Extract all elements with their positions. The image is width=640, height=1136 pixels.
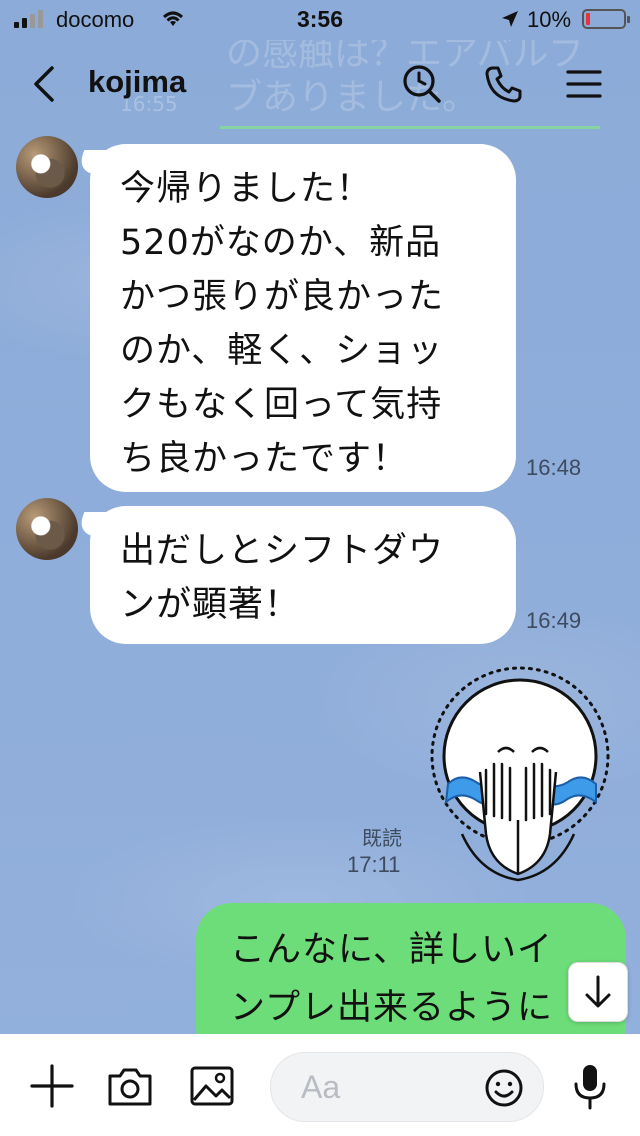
message-input-bar	[0, 1034, 640, 1136]
message-line: ンプレ出来るように	[230, 988, 553, 1028]
message-bubble[interactable]: 今帰りました！ 520がなのか、新品 かつ張りが良かった のか、軽く、ショッ ク…	[75, 144, 516, 492]
location-arrow-icon	[500, 9, 520, 35]
microphone-icon	[574, 1065, 606, 1110]
battery-icon	[582, 9, 630, 29]
chevron-left-icon	[34, 66, 54, 102]
back-button[interactable]	[26, 62, 66, 106]
smiley-icon	[485, 1069, 523, 1107]
search-history-button[interactable]	[400, 62, 444, 106]
hamburger-menu-icon	[566, 70, 602, 98]
message-line: 今帰りました！	[120, 169, 373, 209]
message-line: 出だしとシフトダウ	[120, 531, 445, 571]
message-bubble[interactable]: 出だしとシフトダウ ンが顕著！	[75, 506, 516, 644]
menu-button[interactable]	[562, 62, 606, 106]
message-line: ンが顕著！	[120, 585, 301, 625]
message-line: こんなに、詳しいイ	[230, 930, 553, 970]
crying-face-sticker-icon	[430, 666, 610, 882]
read-receipt: 既読	[362, 828, 402, 850]
call-button[interactable]	[482, 62, 526, 106]
message-input[interactable]	[301, 1065, 491, 1109]
message-line: かつ張りが良かった	[120, 277, 445, 317]
phone-icon	[485, 66, 522, 103]
emoji-button[interactable]	[483, 1067, 525, 1109]
camera-button[interactable]	[106, 1062, 154, 1110]
message-line: のか、軽く、ショッ	[120, 331, 444, 371]
image-icon	[190, 1066, 234, 1106]
plus-icon	[30, 1064, 74, 1108]
status-bar: docomo 3:56 10%	[0, 0, 640, 40]
message-timestamp: 17:11	[347, 852, 401, 877]
message-timestamp: 16:48	[526, 455, 582, 480]
search-clock-icon	[403, 65, 441, 103]
message-line: クもなく回って気持	[120, 385, 443, 425]
crying-sticker[interactable]	[420, 664, 610, 890]
voice-button[interactable]	[566, 1062, 614, 1110]
avatar[interactable]	[16, 498, 78, 560]
message-line: 520がなのか、新品	[120, 223, 442, 263]
photo-button[interactable]	[188, 1062, 236, 1110]
chat-header: の感触は？エアバルブ ブありました。 16:55 kojima	[0, 40, 640, 130]
message-line: ち良かったです！	[120, 439, 409, 479]
avatar[interactable]	[16, 136, 78, 198]
chat-title: kojima	[88, 64, 187, 99]
add-button[interactable]	[28, 1062, 76, 1110]
arrow-down-icon	[585, 975, 611, 1008]
message-timestamp: 16:49	[526, 608, 582, 633]
scroll-to-bottom-button[interactable]	[568, 962, 628, 1022]
message-input-container[interactable]	[270, 1052, 544, 1122]
camera-icon	[108, 1068, 152, 1106]
battery-percent: 10%	[527, 7, 572, 32]
